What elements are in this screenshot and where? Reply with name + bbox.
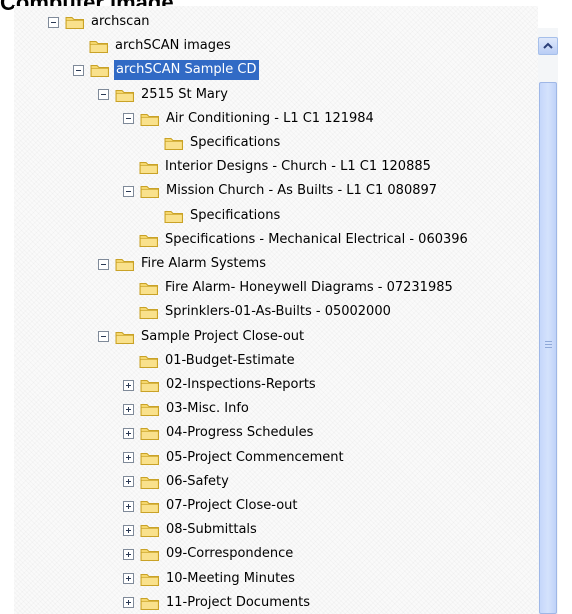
- tree-node-label[interactable]: Fire Alarm- Honeywell Diagrams - 0723198…: [163, 278, 456, 298]
- tree-node-label[interactable]: Specifications - Mechanical Electrical -…: [163, 230, 471, 250]
- collapse-icon[interactable]: [123, 113, 134, 125]
- folder-icon: [115, 89, 134, 102]
- expand-icon[interactable]: [123, 476, 134, 488]
- tree-node-label[interactable]: 03-Misc. Info: [164, 399, 252, 419]
- tree-node[interactable]: 02-Inspections-Reports: [123, 373, 319, 397]
- tree-node[interactable]: Sample Project Close-out: [98, 325, 307, 349]
- scrollbar-thumb[interactable]: [539, 82, 557, 614]
- tree-node[interactable]: archscan: [48, 10, 153, 34]
- folder-icon: [140, 452, 159, 465]
- collapse-icon[interactable]: [98, 89, 109, 101]
- tree-node[interactable]: Fire Alarm Systems: [98, 252, 269, 276]
- expand-icon[interactable]: [123, 573, 134, 585]
- folder-icon: [115, 331, 134, 344]
- folder-icon: [140, 549, 159, 562]
- folder-tree[interactable]: archscan archSCAN images archSCAN Sample C…: [14, 6, 538, 614]
- folder-icon: [140, 428, 159, 441]
- tree-node-label[interactable]: Mission Church - As Builts - L1 C1 08089…: [164, 181, 440, 201]
- tree-node-label[interactable]: 04-Progress Schedules: [164, 423, 316, 443]
- tree-node[interactable]: 06-Safety: [123, 470, 232, 494]
- folder-icon: [140, 404, 159, 417]
- folder-icon: [140, 186, 159, 199]
- tree-node-label[interactable]: archSCAN Sample CD: [114, 60, 260, 81]
- folder-icon: [140, 501, 159, 513]
- folder-icon: [140, 476, 159, 489]
- tree-node[interactable]: Specifications - Mechanical Electrical -…: [139, 228, 471, 252]
- tree-node[interactable]: 10-Meeting Minutes: [123, 567, 298, 591]
- tree-node[interactable]: Sprinklers-01-As-Builts - 05002000: [139, 300, 394, 324]
- tree-node[interactable]: Fire Alarm- Honeywell Diagrams - 0723198…: [139, 276, 456, 300]
- tree-node-label[interactable]: archSCAN images: [113, 36, 234, 56]
- expand-icon[interactable]: [123, 452, 134, 464]
- tree-node-label[interactable]: 06-Safety: [164, 472, 232, 492]
- tree-node[interactable]: 01-Budget-Estimate: [139, 349, 298, 373]
- tree-node[interactable]: Specifications: [164, 131, 283, 155]
- folder-icon: [115, 259, 134, 271]
- folder-icon: [140, 573, 159, 586]
- tree-node[interactable]: 04-Progress Schedules: [123, 421, 316, 445]
- tree-node[interactable]: Specifications: [164, 204, 283, 228]
- tree-node-label[interactable]: Air Conditioning - L1 C1 121984: [164, 109, 377, 129]
- folder-icon: [140, 113, 159, 126]
- tree-node-label[interactable]: Specifications: [188, 206, 283, 226]
- tree-node-label[interactable]: 02-Inspections-Reports: [164, 375, 319, 395]
- expand-icon[interactable]: [123, 427, 134, 439]
- tree-node[interactable]: Mission Church - As Builts - L1 C1 08089…: [123, 179, 440, 203]
- tree-node[interactable]: 03-Misc. Info: [123, 397, 252, 421]
- tree-node[interactable]: Interior Designs - Church - L1 C1 120885: [139, 155, 434, 179]
- tree-node-label[interactable]: 07-Project Close-out: [164, 496, 300, 516]
- tree-node-label[interactable]: Specifications: [188, 133, 283, 153]
- folder-icon: [140, 597, 159, 610]
- collapse-icon[interactable]: [123, 185, 134, 197]
- tree-node[interactable]: 05-Project Commencement: [123, 446, 347, 470]
- expand-icon[interactable]: [123, 500, 134, 512]
- tree-node-label[interactable]: 2515 St Mary: [139, 85, 231, 105]
- folder-icon: [139, 283, 158, 296]
- folder-icon: [139, 307, 158, 320]
- expand-icon[interactable]: [123, 524, 134, 536]
- tree-node-label[interactable]: Fire Alarm Systems: [139, 254, 269, 274]
- scroll-up-button[interactable]: [538, 37, 558, 55]
- tree-node[interactable]: 11-Project Documents: [123, 591, 313, 614]
- folder-icon: [140, 525, 159, 538]
- tree-node[interactable]: 08-Submittals: [123, 518, 260, 542]
- collapse-icon[interactable]: [48, 16, 59, 28]
- tree-node[interactable]: 09-Correspondence: [123, 542, 296, 566]
- folder-icon: [140, 380, 159, 392]
- tree-node-label[interactable]: 10-Meeting Minutes: [164, 569, 298, 589]
- tree-node-label[interactable]: Interior Designs - Church - L1 C1 120885: [163, 157, 434, 177]
- tree-node[interactable]: archSCAN images: [89, 34, 234, 58]
- expand-icon[interactable]: [123, 597, 134, 609]
- expand-icon[interactable]: [123, 379, 134, 391]
- tree-node[interactable]: 07-Project Close-out: [123, 494, 300, 518]
- folder-icon: [139, 355, 158, 368]
- tree-node-label[interactable]: 09-Correspondence: [164, 544, 296, 564]
- chevron-up-icon: [543, 42, 553, 49]
- folder-icon: [164, 210, 183, 223]
- folder-icon: [139, 234, 158, 247]
- tree-node-label[interactable]: 11-Project Documents: [164, 593, 313, 613]
- expand-icon[interactable]: [123, 403, 134, 415]
- tree-node[interactable]: archSCAN Sample CD: [73, 58, 260, 82]
- tree-node-label[interactable]: 05-Project Commencement: [164, 448, 347, 468]
- tree-node[interactable]: Air Conditioning - L1 C1 121984: [123, 107, 377, 131]
- folder-icon: [90, 65, 109, 78]
- folder-icon: [89, 41, 108, 54]
- tree-node-label[interactable]: 01-Budget-Estimate: [163, 351, 298, 371]
- tree-node-label[interactable]: Sample Project Close-out: [139, 327, 307, 347]
- folder-icon: [65, 17, 84, 29]
- folder-icon: [164, 138, 183, 150]
- collapse-icon[interactable]: [98, 331, 109, 343]
- collapse-icon[interactable]: [98, 258, 109, 270]
- tree-node[interactable]: 2515 St Mary: [98, 83, 231, 107]
- collapse-icon[interactable]: [73, 64, 84, 76]
- tree-node-label[interactable]: archscan: [89, 12, 153, 32]
- tree-node-label[interactable]: 08-Submittals: [164, 520, 260, 540]
- tree-node-label[interactable]: Sprinklers-01-As-Builts - 05002000: [163, 302, 394, 322]
- expand-icon[interactable]: [123, 548, 134, 560]
- folder-icon: [139, 162, 158, 175]
